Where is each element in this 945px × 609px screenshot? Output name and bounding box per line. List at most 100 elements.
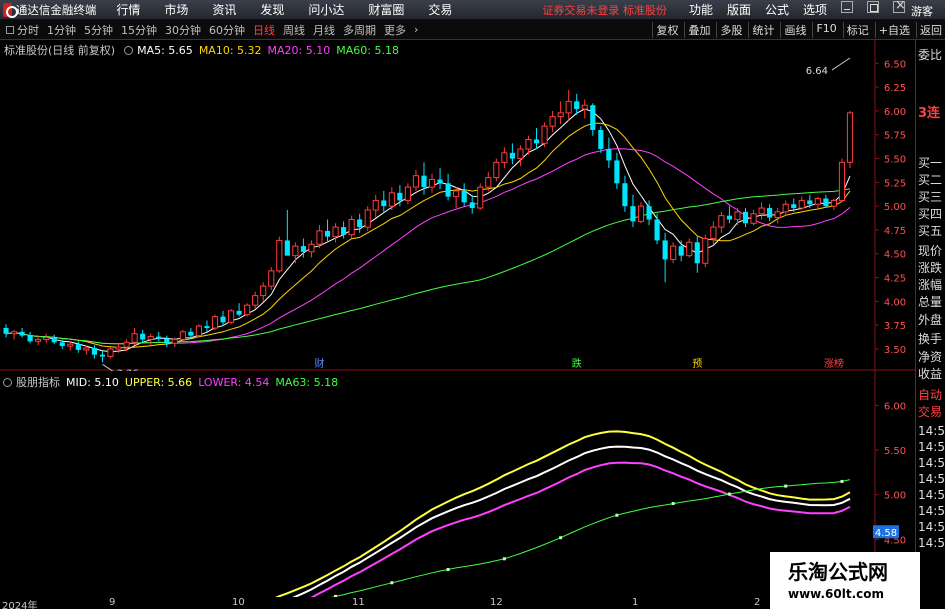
close-icon[interactable] [893,0,906,13]
menu-layout[interactable]: 版面 [727,1,751,18]
candle-body [646,206,652,220]
candle-body [404,186,411,201]
period-30min[interactable]: 30分钟 [165,22,201,38]
menu-market[interactable]: 市场 [164,1,188,18]
period-timeline[interactable]: 分时 [17,22,39,38]
menu-options[interactable]: 选项 [803,1,827,18]
lower-line [310,461,851,597]
candle-body [195,325,202,337]
menu-formula[interactable]: 公式 [765,1,789,18]
restore-rights-button[interactable]: 复权 [652,21,681,38]
overlay-button[interactable]: 叠加 [684,21,713,38]
candle-body [171,338,178,344]
menu-quotes[interactable]: 行情 [116,1,140,18]
x-tick-label: 11 [352,597,365,608]
menu-news[interactable]: 资讯 [212,1,236,18]
stock-title[interactable]: 标准股份(日线 前复权) [4,42,115,58]
candle-body [710,226,717,240]
y-tick-label: 5.50 [884,155,906,166]
ma63-dot [671,502,675,506]
maximize-icon[interactable] [867,1,879,13]
menu-trade[interactable]: 交易 [428,1,452,18]
ma63-dot [502,557,506,561]
add-watchlist-button[interactable]: +自选 [874,21,913,38]
y-tick-label: 5.75 [884,131,906,142]
more-chevron-icon[interactable]: › [414,23,418,36]
candle-body [51,337,57,343]
period-monthly[interactable]: 月线 [313,22,335,38]
candle-body [164,338,170,344]
f10-button[interactable]: F10 [812,21,839,38]
ma5-line [5,108,851,353]
candle-body [606,149,612,161]
mark-button[interactable]: 标记 [842,21,872,38]
high-marker-label: 6.64 [806,66,828,77]
period-multi[interactable]: 多周期 [343,22,376,38]
ma63-dot [727,492,731,496]
candle-body [557,112,564,118]
period-1min[interactable]: 1分钟 [47,22,76,38]
period-more[interactable]: 更多 [384,22,406,38]
upper-label: UPPER: 5.66 [124,375,193,389]
ma20-line [5,148,851,345]
candles [3,89,854,363]
period-daily[interactable]: 日线 [253,22,275,38]
auto-label: 自动 [918,388,943,402]
period-60min[interactable]: 60分钟 [209,22,245,38]
candle-body [276,239,283,272]
candle-body [372,199,379,211]
ma63-dot [446,568,450,572]
lower-label: LOWER: 4.54 [198,375,270,389]
candle-body [758,207,765,215]
candle-body [244,304,251,316]
candle-body [630,206,636,222]
candle-body [702,238,709,264]
candle-body [767,208,773,218]
guest-label[interactable]: 游客 [911,3,933,19]
candle-body [75,344,81,350]
menu-wealth[interactable]: 财富圈 [368,1,404,18]
candle-body [211,316,219,329]
candle-body [533,139,540,144]
statistics-button[interactable]: 统计 [748,21,777,38]
moving-average-lines [5,108,851,353]
y-tick-label: 4.00 [884,297,906,308]
candle-body [549,116,556,127]
menu-discover[interactable]: 发现 [260,1,284,18]
minimize-icon[interactable] [841,1,853,13]
period-weekly[interactable]: 周线 [283,22,305,38]
back-button[interactable]: 返回 [916,21,945,38]
candle-body [341,227,347,235]
candle-body [718,215,725,228]
menu-ask[interactable]: 问小达 [308,1,344,18]
bid3-label: 买三 [918,190,943,204]
menu-function[interactable]: 功能 [689,1,713,18]
indicator-name[interactable]: 股朋指标 [16,374,60,390]
candle-body [236,310,242,315]
candle-body [156,336,162,339]
draw-line-button[interactable]: 画线 [780,21,809,38]
candle-body [324,230,331,237]
candle-body [814,198,821,205]
bid5-label: 买五 [918,224,943,238]
period-15min[interactable]: 15分钟 [121,22,157,38]
y-tick-label: 4.50 [884,250,906,261]
candle-body [300,246,306,252]
candle-body [734,211,741,220]
candle-body [598,129,604,150]
candle-body [27,335,33,342]
event-label: 财 [314,357,324,370]
main-legend: 标准股份(日线 前复权) MA5: 5.65 MA10: 5.32 MA20: … [0,42,405,58]
candle-body [59,342,65,347]
bid4-label: 买四 [918,207,943,221]
period-5min[interactable]: 5分钟 [84,22,113,38]
toolbar-checkbox-icon[interactable] [6,25,14,34]
login-notice[interactable]: 证券交易未登录 标准股份 [542,2,667,18]
settings-gear-icon[interactable] [124,45,134,55]
x-tick-label: 12 [490,597,503,608]
multi-stock-button[interactable]: 多股 [716,21,745,38]
ma10-line [5,122,851,349]
candlestick-chart[interactable]: 3.50 3.75 4.00 4.25 4.50 4.75 5.00 5.25 5.50 5.75… [0,40,915,371]
indicator-gear-icon[interactable] [3,377,12,387]
candle-body [846,112,854,163]
